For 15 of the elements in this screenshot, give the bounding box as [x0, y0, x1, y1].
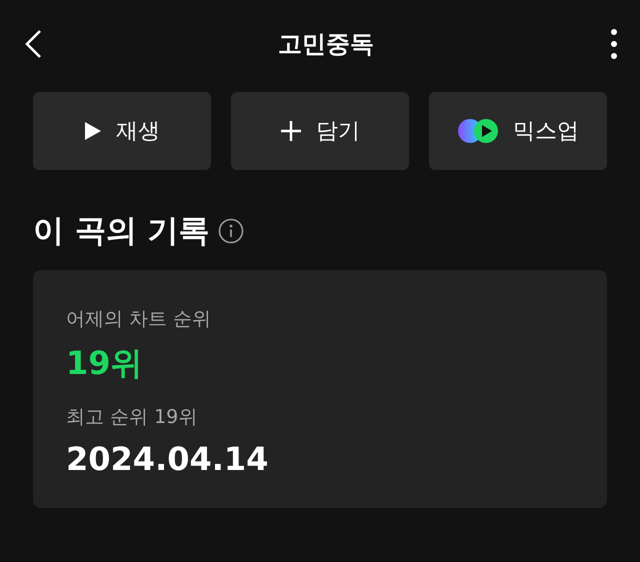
- record-date: 2024.04.14: [66, 440, 270, 478]
- record-label: 최고 순위 19위: [66, 405, 198, 430]
- mix-button[interactable]: 믹스업: [429, 92, 607, 170]
- play-button[interactable]: 재생: [33, 92, 211, 170]
- record-label: 어제의 차트 순위: [66, 307, 212, 332]
- back-button[interactable]: [24, 29, 42, 59]
- chart-rank: 19위: [66, 343, 144, 384]
- more-button[interactable]: [610, 28, 618, 60]
- section-title: 이 곡의 기록: [33, 212, 210, 251]
- mix-icon: [457, 118, 499, 144]
- page-title: 고민중독: [278, 29, 374, 60]
- play-icon: [84, 121, 102, 141]
- add-button[interactable]: 담기: [231, 92, 409, 170]
- plus-icon: [280, 120, 302, 142]
- info-icon[interactable]: [218, 218, 244, 244]
